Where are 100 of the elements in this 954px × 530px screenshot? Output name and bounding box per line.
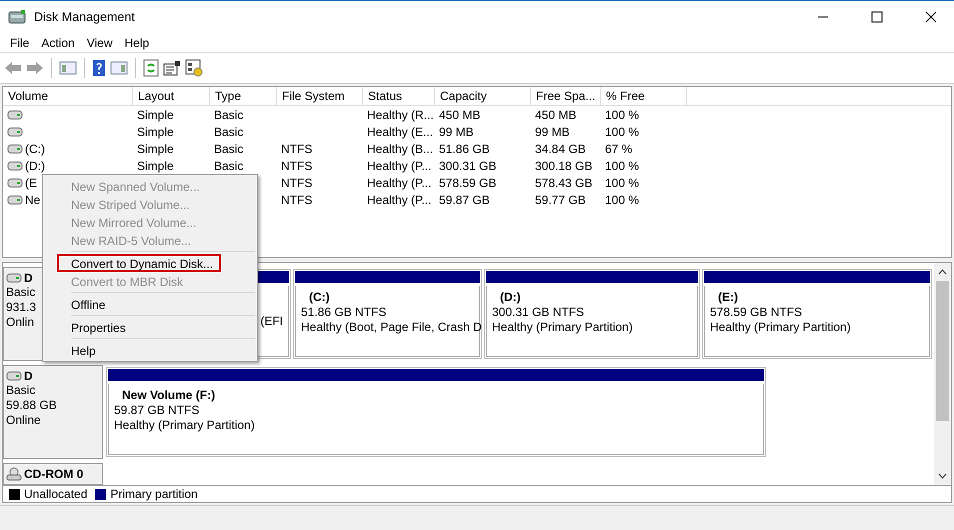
- table-cell: 67 %: [605, 142, 632, 156]
- table-cell: 34.84 GB: [535, 142, 586, 156]
- menu-item[interactable]: File: [4, 36, 36, 50]
- partition-info: 578.59 GB NTFS: [710, 305, 802, 320]
- table-cell: 51.86 GB: [439, 142, 490, 156]
- table-cell: Healthy (P...: [367, 176, 432, 190]
- disk-info: Onlin: [6, 315, 34, 330]
- table-cell: Simple: [137, 158, 174, 172]
- partition-name: (D:): [499, 290, 521, 305]
- context-menu-item[interactable]: Offline: [57, 295, 114, 313]
- table-cell: Healthy (R...: [367, 108, 434, 122]
- table-cell: 578.43 GB: [535, 176, 592, 190]
- help-icon[interactable]: [92, 59, 106, 77]
- partition-info: 59.87 GB NTFS: [114, 403, 200, 418]
- partition-block[interactable]: (D:) 300.31 GB NTFS Healthy (Primary Partition): [484, 269, 700, 359]
- table-cell: 100 %: [605, 124, 640, 138]
- context-menu-item[interactable]: Properties: [57, 318, 134, 336]
- partition-info: 300.31 GB NTFS: [492, 305, 584, 320]
- disk-name: D: [24, 369, 33, 383]
- table-cell: 99 MB: [535, 124, 570, 138]
- scrollbar-thumb[interactable]: [936, 281, 949, 421]
- disk-name: CD-ROM 0: [24, 467, 84, 481]
- table-cell: NTFS: [281, 158, 312, 172]
- partition-name: (C:): [308, 290, 330, 305]
- table-cell: Basic: [214, 142, 244, 156]
- column-header[interactable]: Layout: [133, 87, 210, 105]
- table-cell: NTFS: [281, 176, 312, 190]
- table-cell: 300.18 GB: [535, 158, 592, 172]
- partition-info: Healthy (Primary Partition): [114, 418, 255, 433]
- table-cell: 59.77 GB: [535, 192, 586, 206]
- table-cell: 59.87 GB: [439, 192, 490, 206]
- table-cell: 578.59 GB: [439, 176, 496, 190]
- column-header[interactable]: Free Spa...: [531, 87, 601, 105]
- disk-label[interactable]: D Basic 59.88 GB Online: [3, 365, 103, 459]
- context-menu-item[interactable]: Help: [57, 341, 104, 359]
- cd-drive-icon: [6, 467, 22, 481]
- disk-management-icon: [8, 9, 26, 25]
- column-header[interactable]: % Free: [601, 87, 687, 105]
- column-header[interactable]: File System: [277, 87, 363, 105]
- menu-item[interactable]: Help: [118, 36, 156, 50]
- drive-icon: [7, 126, 23, 136]
- action-pane-icon[interactable]: [110, 60, 128, 76]
- properties-icon[interactable]: [163, 60, 181, 76]
- menu-item[interactable]: Action: [35, 36, 81, 50]
- disk-info: 59.88 GB: [6, 398, 57, 413]
- partition-block[interactable]: (E:) 578.59 GB NTFS Healthy (Primary Partition): [702, 269, 932, 359]
- show-tree-icon[interactable]: [59, 60, 77, 76]
- table-cell: (E: [25, 176, 37, 190]
- column-header[interactable]: Capacity: [435, 87, 531, 105]
- close-icon[interactable]: [925, 11, 937, 23]
- table-cell: Ne: [25, 192, 40, 206]
- disk-info: Online: [6, 413, 41, 428]
- column-header[interactable]: Status: [363, 87, 435, 105]
- maximize-icon[interactable]: [871, 11, 883, 23]
- disk-settings-icon[interactable]: [185, 59, 203, 77]
- table-cell: 300.31 GB: [439, 158, 496, 172]
- partition-block[interactable]: New Volume (F:) 59.87 GB NTFS Healthy (Primary Partition): [106, 367, 766, 457]
- window-title: Disk Management: [34, 10, 136, 24]
- table-cell: Simple: [137, 142, 174, 156]
- scrollbar[interactable]: [934, 263, 951, 485]
- scroll-down-icon[interactable]: [938, 473, 947, 479]
- table-cell: (D:): [25, 158, 45, 172]
- drive-icon: [6, 371, 22, 381]
- partition-info: Healthy (Boot, Page File, Crash D: [301, 320, 482, 335]
- drive-icon: [7, 160, 23, 170]
- disk-info: 931.3: [6, 300, 36, 315]
- legend-label: Unallocated: [24, 487, 88, 501]
- disk-info: Basic: [6, 285, 36, 300]
- table-cell: Healthy (P...: [367, 158, 432, 172]
- refresh-icon[interactable]: [143, 59, 159, 77]
- disk-label[interactable]: CD-ROM 0: [3, 463, 103, 485]
- table-cell: Simple: [137, 108, 174, 122]
- table-cell: (C:): [25, 142, 45, 156]
- drive-icon: [7, 178, 23, 188]
- table-cell: NTFS: [281, 192, 312, 206]
- partition-info: (EFI: [260, 314, 283, 328]
- menu-item[interactable]: View: [80, 36, 118, 50]
- column-header[interactable]: Type: [210, 87, 277, 105]
- table-cell: Basic: [214, 158, 244, 172]
- table-cell: Healthy (B...: [367, 142, 434, 156]
- table-cell: 100 %: [605, 192, 640, 206]
- partition-name: New Volume (F:): [121, 388, 216, 403]
- partition-block[interactable]: (C:) 51.86 GB NTFS Healthy (Boot, Page File, Crash D: [293, 269, 482, 359]
- partition-info: Healthy (Primary Partition): [710, 320, 851, 335]
- table-cell: Basic: [214, 124, 244, 138]
- table-cell: 100 %: [605, 176, 640, 190]
- scroll-up-icon[interactable]: [938, 269, 947, 275]
- partition-info: 51.86 GB NTFS: [301, 305, 386, 320]
- drive-icon: [7, 110, 23, 120]
- drive-icon: [7, 144, 23, 154]
- partition-name: (E:): [717, 290, 738, 305]
- column-header[interactable]: Volume: [3, 87, 133, 105]
- disk-name: D: [24, 271, 33, 285]
- table-cell: Basic: [214, 108, 244, 122]
- context-menu-item[interactable]: Convert to Dynamic Disk...: [57, 254, 222, 272]
- legend-label: Primary partition: [110, 487, 198, 501]
- table-cell: 100 %: [605, 158, 640, 172]
- table-cell: 99 MB: [439, 124, 474, 138]
- drive-icon: [6, 273, 22, 283]
- table-cell: Healthy (P...: [367, 192, 432, 206]
